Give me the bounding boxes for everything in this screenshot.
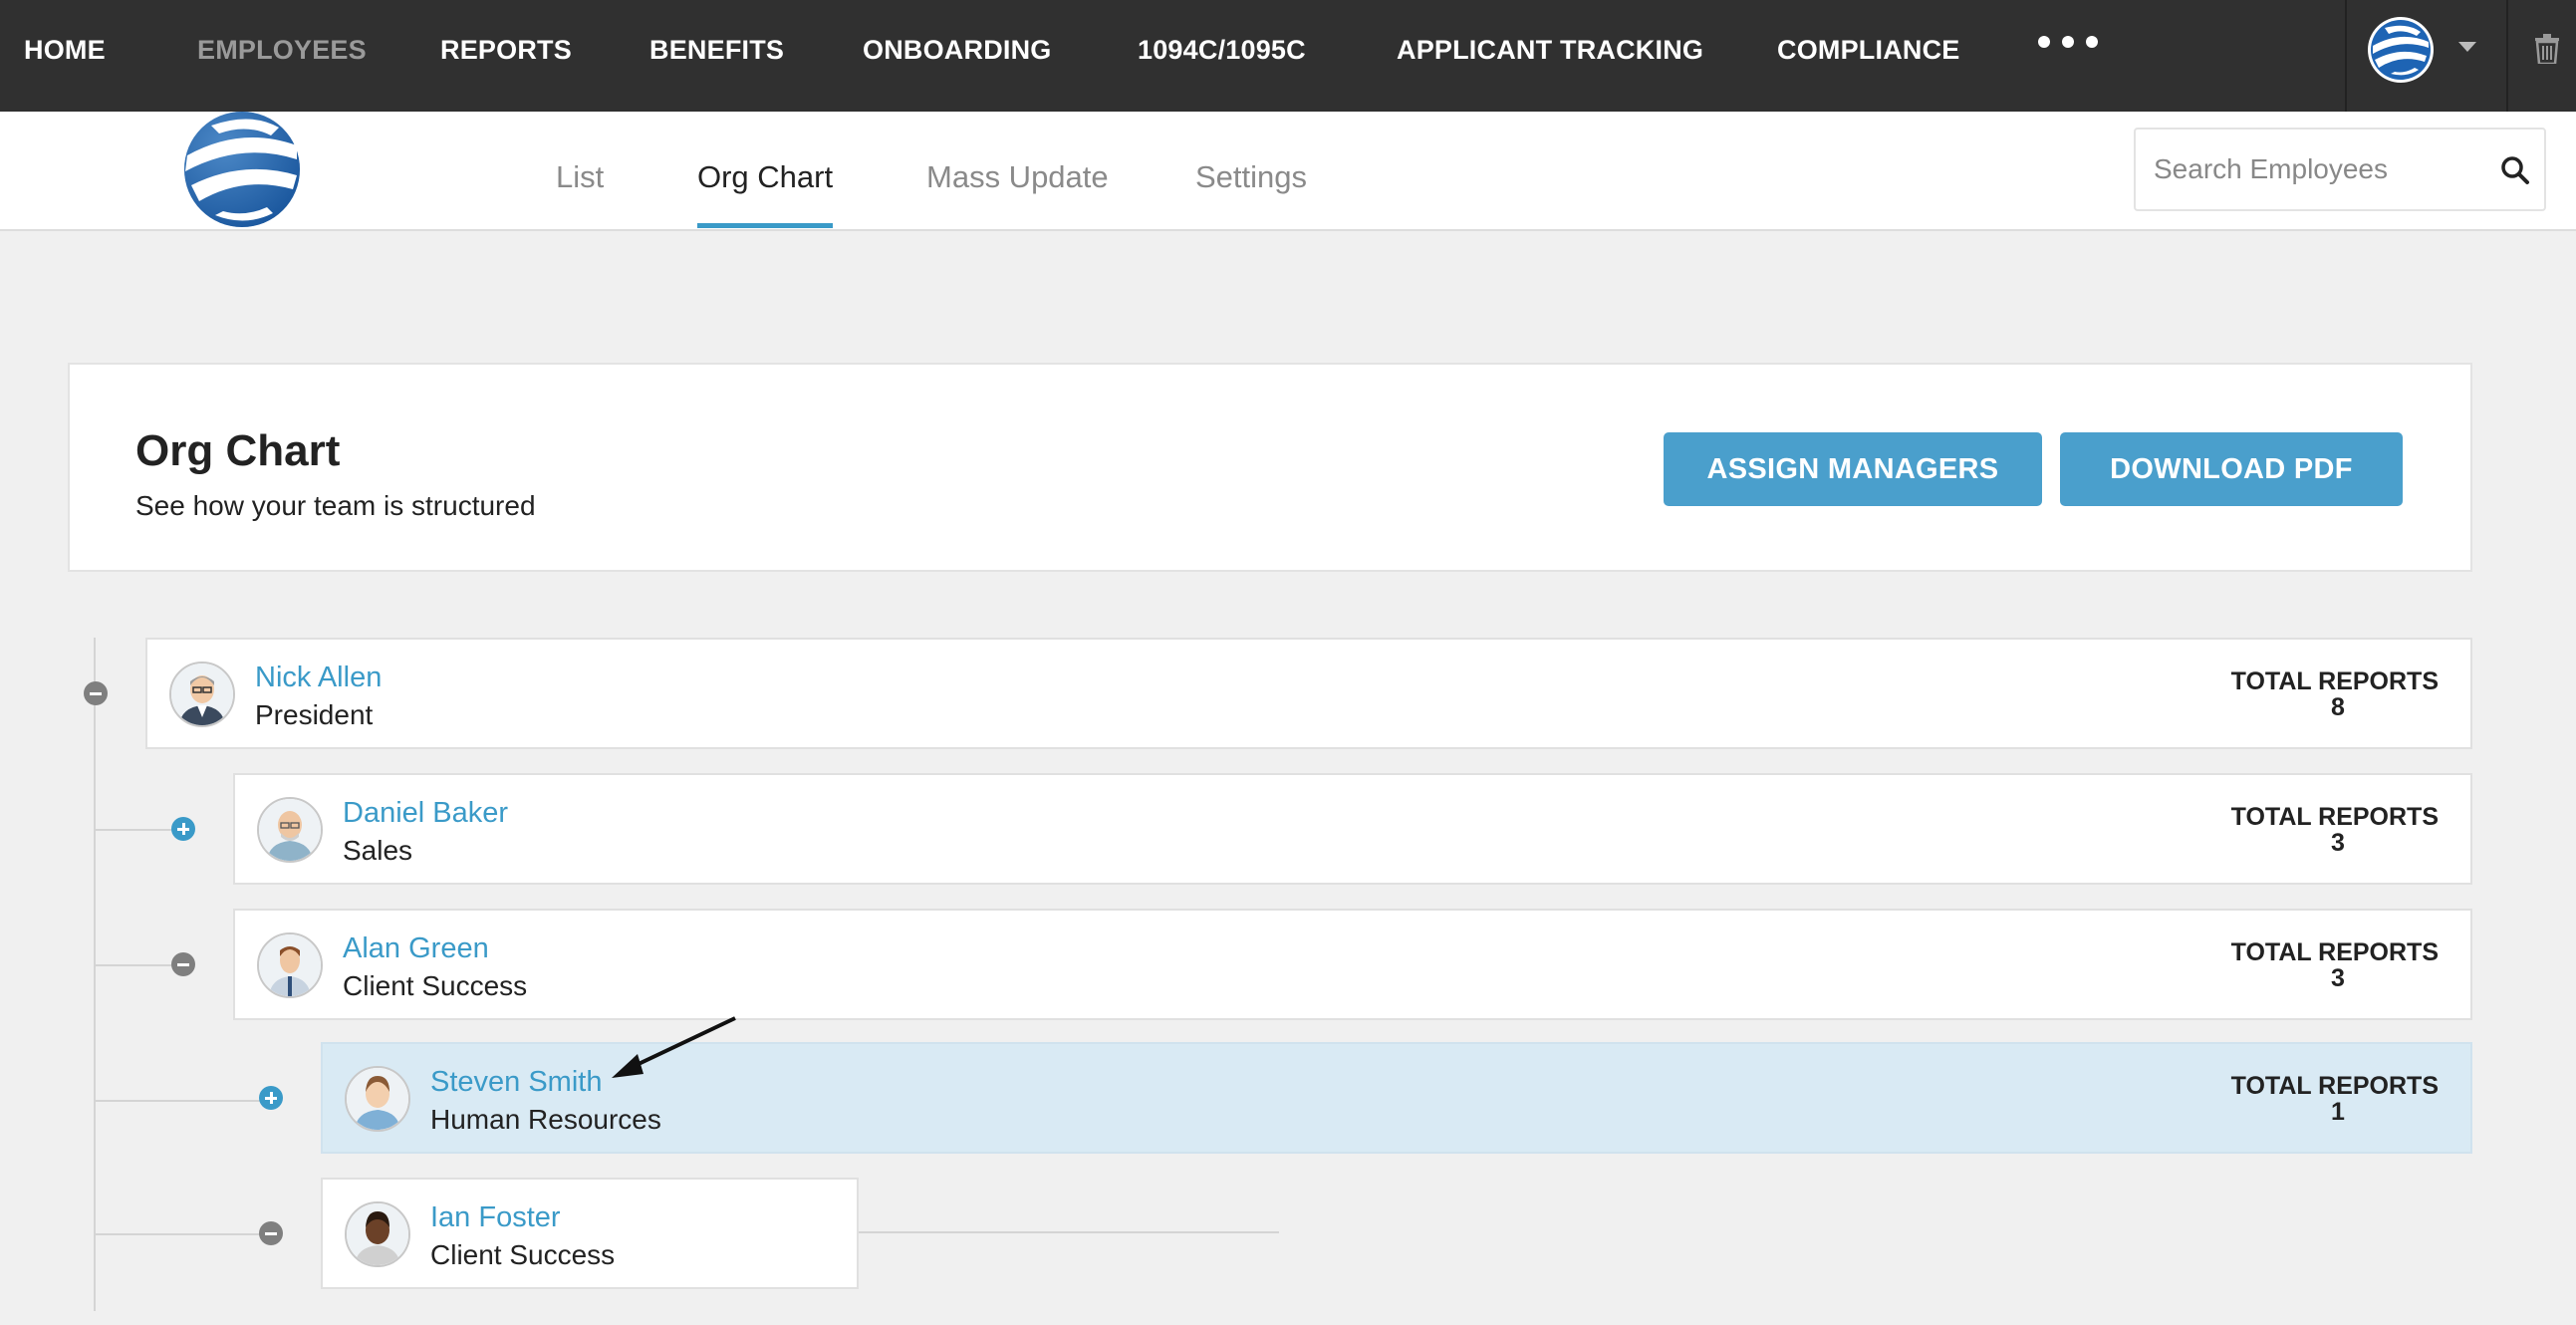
person-avatar-icon [171,663,233,725]
expand-icon[interactable] [171,817,195,841]
nav-compliance[interactable]: COMPLIANCE [1777,0,1960,100]
download-pdf-button[interactable]: DOWNLOAD PDF [2060,432,2403,506]
person-avatar-icon [347,1203,408,1265]
org-chart-header-card: Org Chart See how your team is structure… [68,363,2472,572]
active-tab-indicator [697,223,833,228]
total-reports-count: 8 [2331,693,2345,721]
total-reports-count: 3 [2331,829,2345,857]
collapse-icon[interactable] [259,1221,283,1245]
person-name-link[interactable]: Nick Allen [255,662,382,694]
collapse-icon[interactable] [171,952,195,976]
page-subtitle: See how your team is structured [135,490,536,521]
org-node-card[interactable]: Nick Allen President TOTAL REPORTS 8 [145,638,2472,749]
tree-connector-line [94,638,96,1311]
person-role: Sales [343,835,413,866]
nav-divider [2506,0,2508,112]
person-name-link[interactable]: Daniel Baker [343,797,508,830]
top-navigation-bar: HOME EMPLOYEES REPORTS BENEFITS ONBOARDI… [0,0,2576,112]
ellipsis-icon[interactable] [2038,36,2098,48]
person-avatar-icon [347,1068,408,1130]
tree-connector-line [94,829,183,831]
total-reports-count: 3 [2331,964,2345,992]
expand-icon[interactable] [259,1086,283,1110]
collapse-icon[interactable] [84,681,108,705]
nav-employees[interactable]: EMPLOYEES [197,0,367,100]
org-node-card[interactable]: Daniel Baker Sales TOTAL REPORTS 3 [233,773,2472,885]
person-name-link[interactable]: Alan Green [343,932,489,965]
tab-org-chart[interactable]: Org Chart [697,159,833,195]
nav-home[interactable]: HOME [24,0,106,100]
annotation-arrow [598,1012,747,1087]
nav-applicant-tracking[interactable]: APPLICANT TRACKING [1397,0,1703,100]
globe-logo-icon [184,112,300,227]
person-name-link[interactable]: Ian Foster [430,1201,561,1234]
total-reports-label: TOTAL REPORTS [2230,667,2439,695]
nav-1094c-1095c[interactable]: 1094C/1095C [1138,0,1306,100]
user-avatar[interactable] [2367,16,2435,84]
nav-benefits[interactable]: BENEFITS [649,0,784,100]
tree-connector-line [857,1231,1279,1233]
person-avatar-icon [259,934,321,996]
total-reports-count: 1 [2331,1098,2345,1126]
trash-icon[interactable] [2534,34,2560,69]
total-reports-label: TOTAL REPORTS [2230,938,2439,966]
avatar [257,932,323,998]
person-role: President [255,699,374,730]
person-avatar-icon [259,799,321,861]
search-input[interactable] [2154,145,2482,193]
total-reports-label: TOTAL REPORTS [2230,1072,2439,1100]
caret-down-icon[interactable] [2458,42,2476,52]
person-name-link[interactable]: Steven Smith [430,1066,602,1099]
avatar [169,662,235,727]
assign-managers-button[interactable]: ASSIGN MANAGERS [1664,432,2042,506]
avatar [345,1201,410,1267]
sub-header: List Org Chart Mass Update Settings [0,112,2576,231]
person-role: Human Resources [430,1104,661,1135]
person-role: Client Success [343,970,528,1001]
search-box [2134,128,2546,211]
tab-list[interactable]: List [556,159,604,195]
person-role: Client Success [430,1239,616,1270]
nav-divider [2345,0,2347,112]
nav-reports[interactable]: REPORTS [440,0,572,100]
total-reports-label: TOTAL REPORTS [2230,803,2439,831]
nav-onboarding[interactable]: ONBOARDING [863,0,1052,100]
tree-connector-line [94,1233,269,1235]
page-title: Org Chart [135,426,341,475]
globe-logo-icon [2368,17,2434,83]
search-icon[interactable] [2500,155,2530,190]
brand-logo[interactable] [181,112,303,227]
avatar [345,1066,410,1132]
org-node-card[interactable]: Ian Foster Client Success [321,1178,859,1289]
tree-connector-line [94,1100,269,1102]
avatar [257,797,323,863]
org-node-card[interactable]: Alan Green Client Success TOTAL REPORTS … [233,909,2472,1020]
tree-connector-line [94,964,183,966]
tab-settings[interactable]: Settings [1195,159,1307,195]
tab-mass-update[interactable]: Mass Update [926,159,1109,195]
